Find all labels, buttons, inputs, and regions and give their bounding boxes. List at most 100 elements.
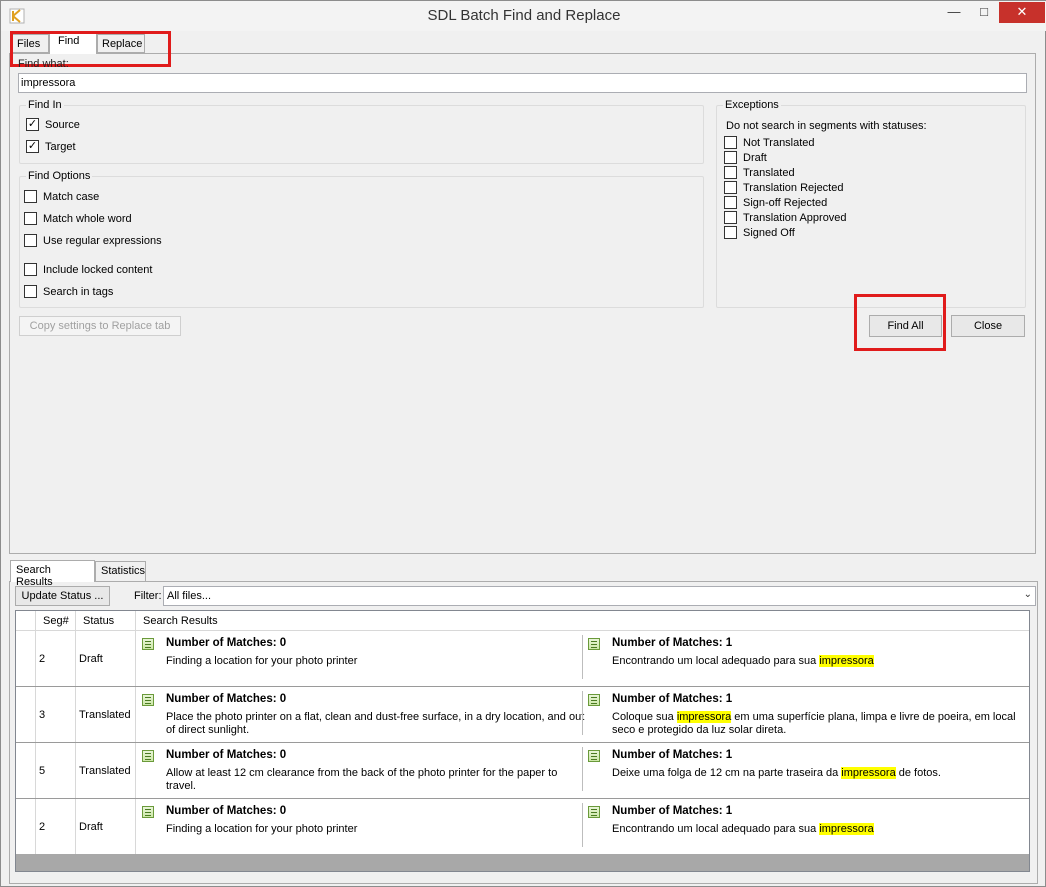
- copy-settings-button[interactable]: Copy settings to Replace tab: [19, 316, 181, 336]
- title-bar: SDL Batch Find and Replace — □ ✕: [1, 1, 1046, 31]
- match-count: Number of Matches: 1: [612, 637, 733, 649]
- include-locked-row[interactable]: Include locked content: [24, 263, 152, 276]
- exception-not-translated-row[interactable]: Not Translated: [724, 136, 815, 149]
- exception-draft-row[interactable]: Draft: [724, 151, 767, 164]
- exception-signed-off-checkbox[interactable]: [724, 226, 737, 239]
- target-checkbox[interactable]: ✓: [26, 140, 39, 153]
- segment-list-icon: [142, 694, 154, 706]
- table-row[interactable]: 2 Draft Number of Matches: 0 Finding a l…: [16, 799, 1029, 855]
- source-text: Finding a location for your photo printe…: [166, 655, 358, 667]
- minimize-button[interactable]: —: [939, 2, 969, 23]
- result-divider: [582, 747, 583, 791]
- source-checkbox-row[interactable]: ✓ Source: [26, 118, 80, 131]
- find-in-group: Find In ✓ Source ✓ Target: [19, 99, 704, 164]
- target-text-pre: Deixe uma folga de 12 cm na parte trasei…: [612, 767, 842, 779]
- exception-signoff-rejected-checkbox[interactable]: [724, 196, 737, 209]
- target-text-post: de fotos.: [895, 767, 941, 779]
- segment-status: Translated: [79, 709, 131, 721]
- match-whole-word-row[interactable]: Match whole word: [24, 212, 132, 225]
- exception-label: Signed Off: [743, 226, 795, 239]
- result-divider: [582, 691, 583, 735]
- update-status-button[interactable]: Update Status ...: [15, 586, 110, 606]
- filter-dropdown[interactable]: All files... ⌄: [163, 586, 1036, 606]
- use-regex-checkbox[interactable]: [24, 234, 37, 247]
- target-text: Encontrando um local adequado para sua i…: [612, 823, 1029, 836]
- exception-label: Draft: [743, 151, 767, 164]
- find-what-input[interactable]: impressora: [18, 73, 1027, 93]
- exception-translation-rejected-checkbox[interactable]: [724, 181, 737, 194]
- seg-number: 5: [39, 765, 46, 777]
- exception-translation-rejected-row[interactable]: Translation Rejected: [724, 181, 843, 194]
- segment-list-icon: [142, 806, 154, 818]
- annotation-highlight-find-all: [854, 294, 946, 351]
- segment-list-icon: [588, 806, 600, 818]
- seg-number: 3: [39, 709, 46, 721]
- segment-list-icon: [142, 638, 154, 650]
- exception-label: Translated: [743, 166, 795, 179]
- chevron-down-icon[interactable]: ⌄: [1024, 589, 1032, 600]
- match-count: Number of Matches: 0: [166, 693, 287, 705]
- match-count: Number of Matches: 1: [612, 749, 733, 761]
- segment-list-icon: [588, 750, 600, 762]
- search-in-tags-checkbox[interactable]: [24, 285, 37, 298]
- grid-footer: [16, 854, 1029, 871]
- filter-label: Filter:: [134, 590, 162, 602]
- segment-status: Translated: [79, 765, 131, 777]
- segment-list-icon: [142, 750, 154, 762]
- match-case-row[interactable]: Match case: [24, 190, 99, 203]
- match-count: Number of Matches: 0: [166, 805, 287, 817]
- tab-statistics[interactable]: Statistics: [95, 561, 146, 582]
- exception-label: Translation Approved: [743, 211, 847, 224]
- search-in-tags-row[interactable]: Search in tags: [24, 285, 113, 298]
- exceptions-title: Exceptions: [723, 99, 781, 111]
- window-title: SDL Batch Find and Replace: [427, 7, 621, 24]
- match-highlight: impressora: [819, 655, 874, 667]
- source-text: Place the photo printer on a flat, clean…: [166, 711, 585, 736]
- find-options-group: Find Options Match case Match whole word…: [19, 170, 704, 308]
- exception-signoff-rejected-row[interactable]: Sign-off Rejected: [724, 196, 827, 209]
- exception-draft-checkbox[interactable]: [724, 151, 737, 164]
- exception-label: Sign-off Rejected: [743, 196, 828, 209]
- source-checkbox[interactable]: ✓: [26, 118, 39, 131]
- exception-translation-approved-row[interactable]: Translation Approved: [724, 211, 847, 224]
- grid-header: Seg# Status Search Results: [16, 611, 1029, 631]
- table-row[interactable]: 3 Translated Number of Matches: 0 Place …: [16, 687, 1029, 743]
- match-whole-word-checkbox[interactable]: [24, 212, 37, 225]
- exceptions-note: Do not search in segments with statuses:: [726, 120, 927, 132]
- segment-status: Draft: [79, 821, 103, 833]
- result-divider: [582, 635, 583, 679]
- tab-search-results[interactable]: Search Results: [10, 560, 95, 588]
- include-locked-checkbox[interactable]: [24, 263, 37, 276]
- batch-find-replace-window: SDL Batch Find and Replace — □ ✕ Files F…: [0, 0, 1046, 887]
- exceptions-group: Exceptions Do not search in segments wit…: [716, 99, 1026, 308]
- exception-signed-off-row[interactable]: Signed Off: [724, 226, 795, 239]
- close-button[interactable]: Close: [951, 315, 1025, 337]
- match-case-label: Match case: [43, 190, 100, 203]
- match-count: Number of Matches: 1: [612, 805, 733, 817]
- header-status[interactable]: Status: [83, 615, 114, 627]
- use-regex-row[interactable]: Use regular expressions: [24, 234, 162, 247]
- table-row[interactable]: 2 Draft Number of Matches: 0 Finding a l…: [16, 631, 1029, 687]
- segment-status: Draft: [79, 653, 103, 665]
- exception-translated-checkbox[interactable]: [724, 166, 737, 179]
- header-results[interactable]: Search Results: [143, 615, 218, 627]
- close-window-button[interactable]: ✕: [999, 2, 1045, 23]
- target-label: Target: [45, 140, 76, 153]
- find-what-label: Find what:: [18, 58, 69, 70]
- maximize-button[interactable]: □: [969, 2, 999, 23]
- target-checkbox-row[interactable]: ✓ Target: [26, 140, 76, 153]
- exception-label: Not Translated: [743, 136, 815, 149]
- match-whole-word-label: Match whole word: [43, 212, 132, 225]
- match-highlight: impressora: [819, 823, 874, 835]
- header-seg[interactable]: Seg#: [43, 615, 69, 627]
- exception-not-translated-checkbox[interactable]: [724, 136, 737, 149]
- exception-label: Translation Rejected: [743, 181, 844, 194]
- search-in-tags-label: Search in tags: [43, 285, 114, 298]
- table-row[interactable]: 5 Translated Number of Matches: 0 Allow …: [16, 743, 1029, 799]
- exception-translated-row[interactable]: Translated: [724, 166, 795, 179]
- match-case-checkbox[interactable]: [24, 190, 37, 203]
- target-text: Deixe uma folga de 12 cm na parte trasei…: [612, 767, 1029, 780]
- include-locked-label: Include locked content: [43, 263, 153, 276]
- exception-translation-approved-checkbox[interactable]: [724, 211, 737, 224]
- target-text: Encontrando um local adequado para sua i…: [612, 655, 1029, 668]
